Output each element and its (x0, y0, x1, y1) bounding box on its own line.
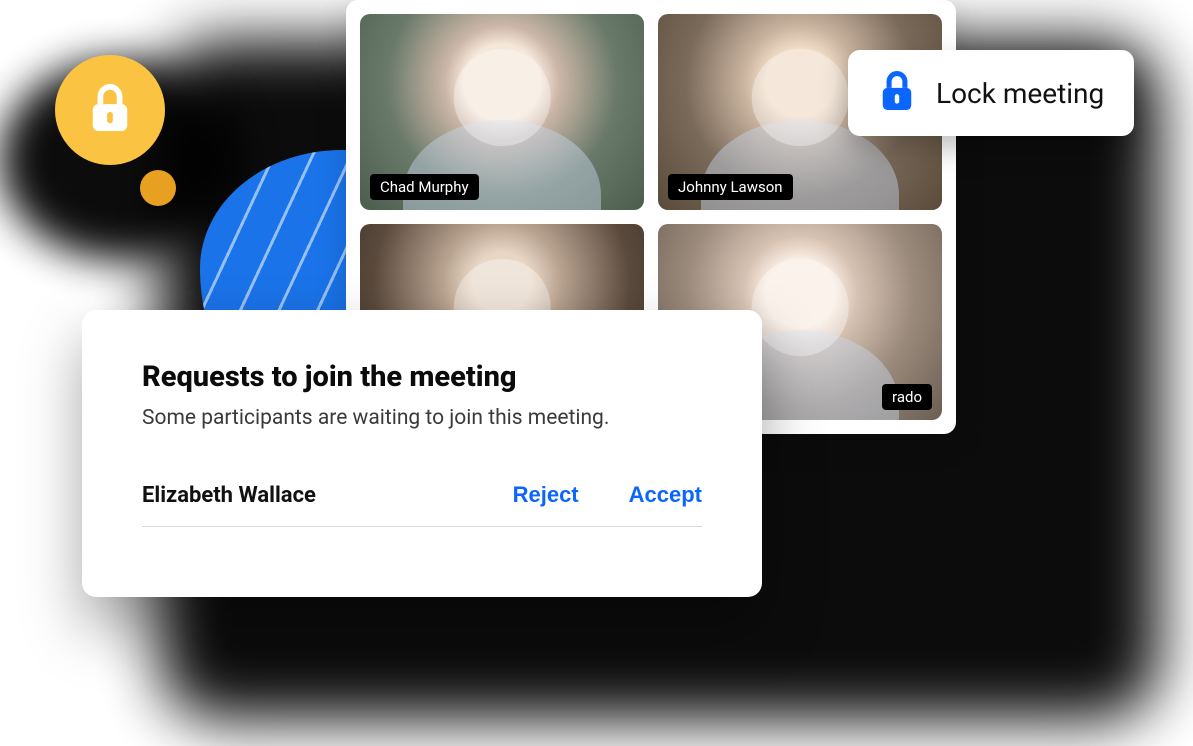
join-request-row: Elizabeth Wallace Reject Accept (142, 482, 702, 527)
lock-icon (878, 68, 916, 118)
lock-icon (87, 80, 133, 140)
lock-meeting-button[interactable]: Lock meeting (848, 50, 1134, 136)
participant-name-label: rado (882, 384, 932, 410)
lock-badge (55, 55, 165, 165)
lock-meeting-label: Lock meeting (936, 77, 1104, 110)
modal-title: Requests to join the meeting (142, 360, 702, 394)
request-actions: Reject Accept (513, 482, 702, 508)
participant-name-label: Chad Murphy (370, 174, 479, 200)
decorative-dot (140, 170, 176, 206)
join-requests-modal: Requests to join the meeting Some partic… (82, 310, 762, 597)
requester-name: Elizabeth Wallace (142, 483, 316, 508)
participant-name-label: Johnny Lawson (668, 174, 793, 200)
reject-button[interactable]: Reject (513, 482, 579, 508)
accept-button[interactable]: Accept (629, 482, 702, 508)
modal-subtitle: Some participants are waiting to join th… (142, 406, 702, 430)
video-tile[interactable]: Chad Murphy (360, 14, 644, 210)
